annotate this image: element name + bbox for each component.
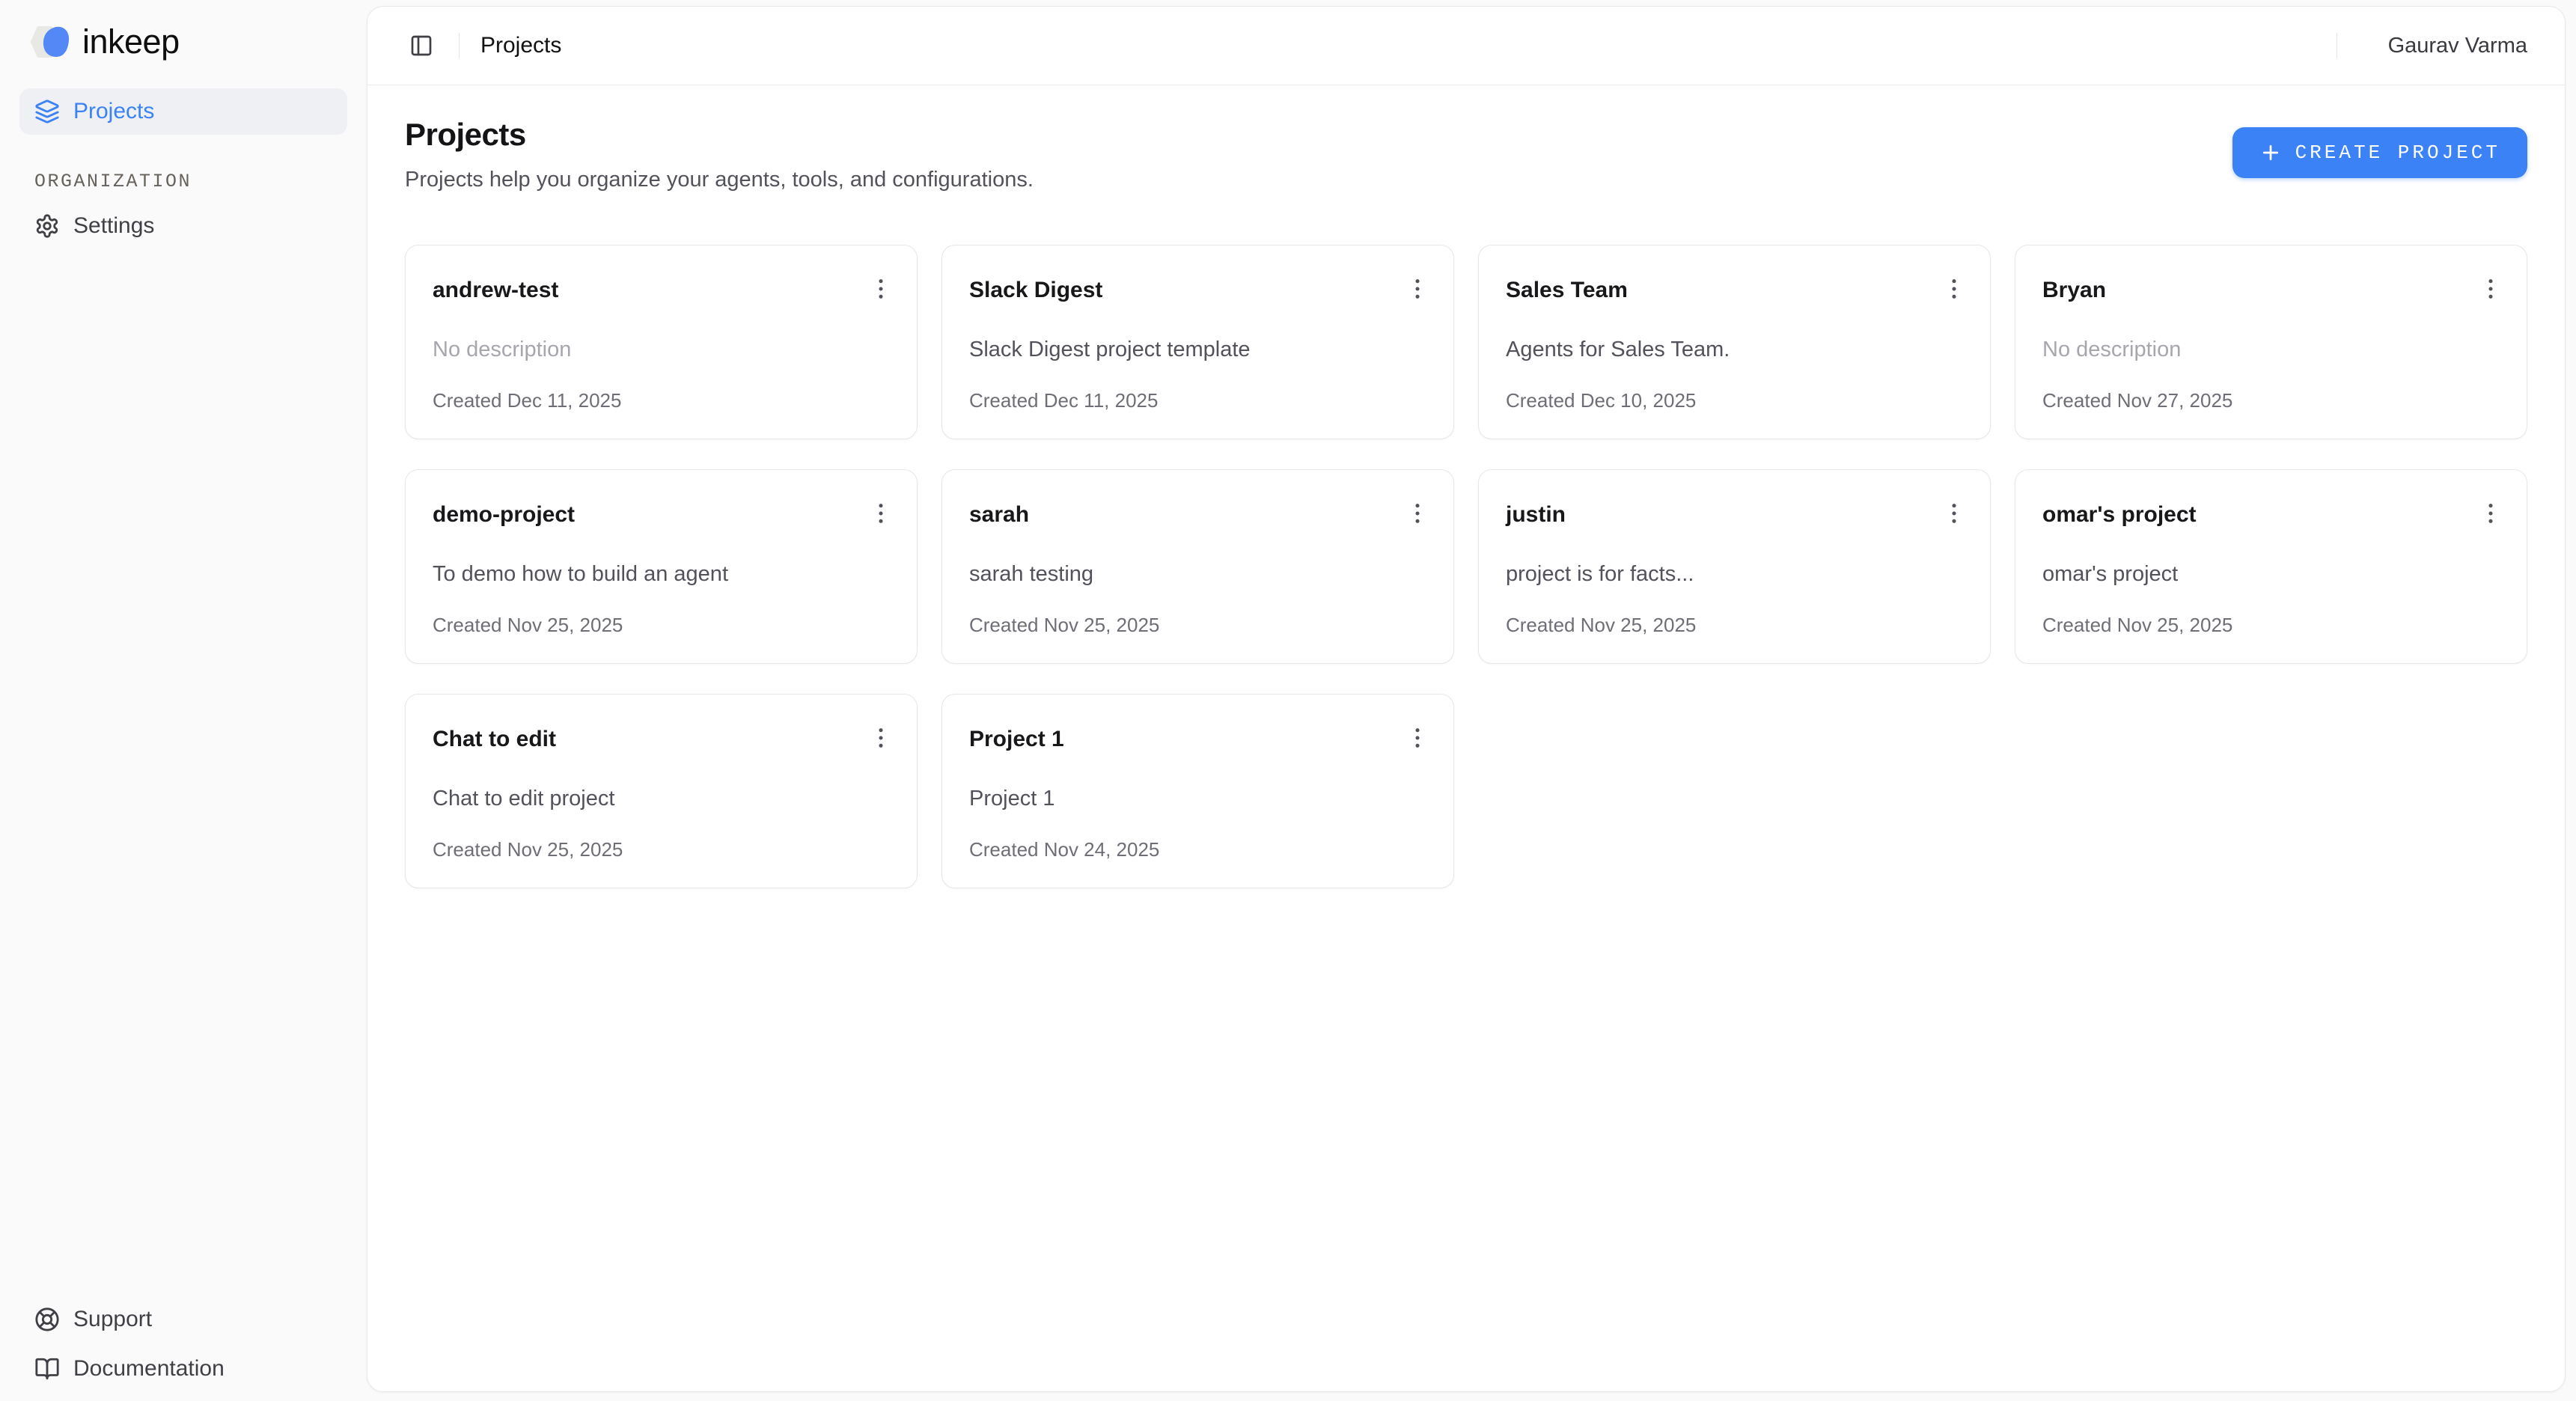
project-title: Slack Digest [969,277,1102,304]
project-description: Chat to edit project [433,786,890,811]
project-title: justin [1506,501,1566,528]
create-project-button[interactable]: CREATE PROJECT [2232,127,2527,178]
brand-name: inkeep [82,22,180,61]
sidebar-item-label: Documentation [73,1356,225,1382]
kebab-menu-icon [1403,275,1432,303]
sidebar-item-projects[interactable]: Projects [19,88,347,135]
kebab-menu-icon [2476,275,2505,303]
kebab-menu-icon [1403,724,1432,752]
project-title: andrew-test [433,277,558,304]
plus-icon [2259,141,2282,164]
page-content: Projects Projects help you organize your… [367,85,2565,1391]
project-menu-button[interactable] [2474,272,2507,305]
life-buoy-icon [34,1307,60,1332]
kebab-menu-icon [867,724,895,752]
project-created: Created Nov 25, 2025 [1506,614,1963,636]
page-subtitle: Projects help you organize your agents, … [405,168,1034,192]
topbar: Projects Gaurav Varma [367,7,2565,85]
project-title: Chat to edit [433,726,556,753]
project-menu-button[interactable] [864,721,897,754]
project-description: Agents for Sales Team. [1506,337,1963,362]
project-created: Created Dec 11, 2025 [433,389,890,412]
project-menu-button[interactable] [864,497,897,530]
project-card[interactable]: Sales Team Agents for Sales Team. Create… [1478,245,1991,439]
panel-left-icon [409,34,433,58]
project-card[interactable]: Bryan No description Created Nov 27, 202… [2015,245,2527,439]
kebab-menu-icon [867,499,895,528]
project-card[interactable]: sarah sarah testing Created Nov 25, 2025 [941,469,1454,664]
sidebar-section-organization: ORGANIZATION [34,171,347,192]
project-menu-button[interactable] [1401,272,1434,305]
sidebar-footer: Support Documentation [19,1298,347,1391]
project-title: sarah [969,501,1029,528]
project-menu-button[interactable] [2474,497,2507,530]
project-description: No description [2042,337,2500,362]
sidebar-item-label: Settings [73,213,154,239]
project-menu-button[interactable] [1938,497,1971,530]
sidebar-spacer [19,249,347,1298]
sidebar-item-label: Support [73,1307,152,1332]
project-menu-button[interactable] [1401,721,1434,754]
project-description: project is for facts... [1506,561,1963,587]
project-created: Created Nov 24, 2025 [969,838,1426,861]
project-created: Created Nov 25, 2025 [2042,614,2500,636]
project-card[interactable]: Project 1 Project 1 Created Nov 24, 2025 [941,694,1454,888]
project-created: Created Nov 25, 2025 [969,614,1426,636]
page-title: Projects [405,117,1034,153]
project-created: Created Nov 27, 2025 [2042,389,2500,412]
project-title: Project 1 [969,726,1064,753]
project-card[interactable]: demo-project To demo how to build an age… [405,469,918,664]
project-created: Created Nov 25, 2025 [433,614,890,636]
project-title: Sales Team [1506,277,1628,304]
project-menu-button[interactable] [864,272,897,305]
project-created: Created Nov 25, 2025 [433,838,890,861]
project-description: sarah testing [969,561,1426,587]
project-description: To demo how to build an agent [433,561,890,587]
brand-logo: inkeep [19,21,347,63]
kebab-menu-icon [1403,499,1432,528]
breadcrumb: Projects [480,33,561,58]
sidebar-item-settings[interactable]: Settings [19,203,347,249]
project-card[interactable]: Chat to edit Chat to edit project Create… [405,694,918,888]
sidebar: inkeep Projects ORGANIZATION Settings Su… [0,0,367,1401]
topbar-divider [459,33,460,58]
gear-icon [34,213,60,239]
project-description: Project 1 [969,786,1426,811]
book-open-icon [34,1356,60,1382]
projects-grid: andrew-test No description Created Dec 1… [405,245,2527,888]
layers-icon [34,99,60,124]
create-project-label: CREATE PROJECT [2295,141,2500,164]
user-menu-button[interactable]: Gaurav Varma [2388,34,2527,58]
project-card[interactable]: Slack Digest Slack Digest project templa… [941,245,1454,439]
project-menu-button[interactable] [1401,497,1434,530]
sidebar-toggle-button[interactable] [405,29,438,62]
project-created: Created Dec 10, 2025 [1506,389,1963,412]
inkeep-logo-icon [30,25,72,59]
kebab-menu-icon [1940,275,1968,303]
sidebar-item-label: Projects [73,99,154,124]
project-menu-button[interactable] [1938,272,1971,305]
project-description: omar's project [2042,561,2500,587]
project-description: Slack Digest project template [969,337,1426,362]
main-panel: Projects Gaurav Varma Projects Projects … [367,6,2566,1392]
sidebar-item-support[interactable]: Support [19,1298,347,1341]
sidebar-item-documentation[interactable]: Documentation [19,1347,347,1391]
kebab-menu-icon [1940,499,1968,528]
project-created: Created Dec 11, 2025 [969,389,1426,412]
page-header: Projects Projects help you organize your… [405,117,2527,192]
project-description: No description [433,337,890,362]
kebab-menu-icon [2476,499,2505,528]
kebab-menu-icon [867,275,895,303]
project-card[interactable]: andrew-test No description Created Dec 1… [405,245,918,439]
project-card[interactable]: omar's project omar's project Created No… [2015,469,2527,664]
project-card[interactable]: justin project is for facts... Created N… [1478,469,1991,664]
project-title: omar's project [2042,501,2197,528]
project-title: Bryan [2042,277,2106,304]
project-title: demo-project [433,501,575,528]
